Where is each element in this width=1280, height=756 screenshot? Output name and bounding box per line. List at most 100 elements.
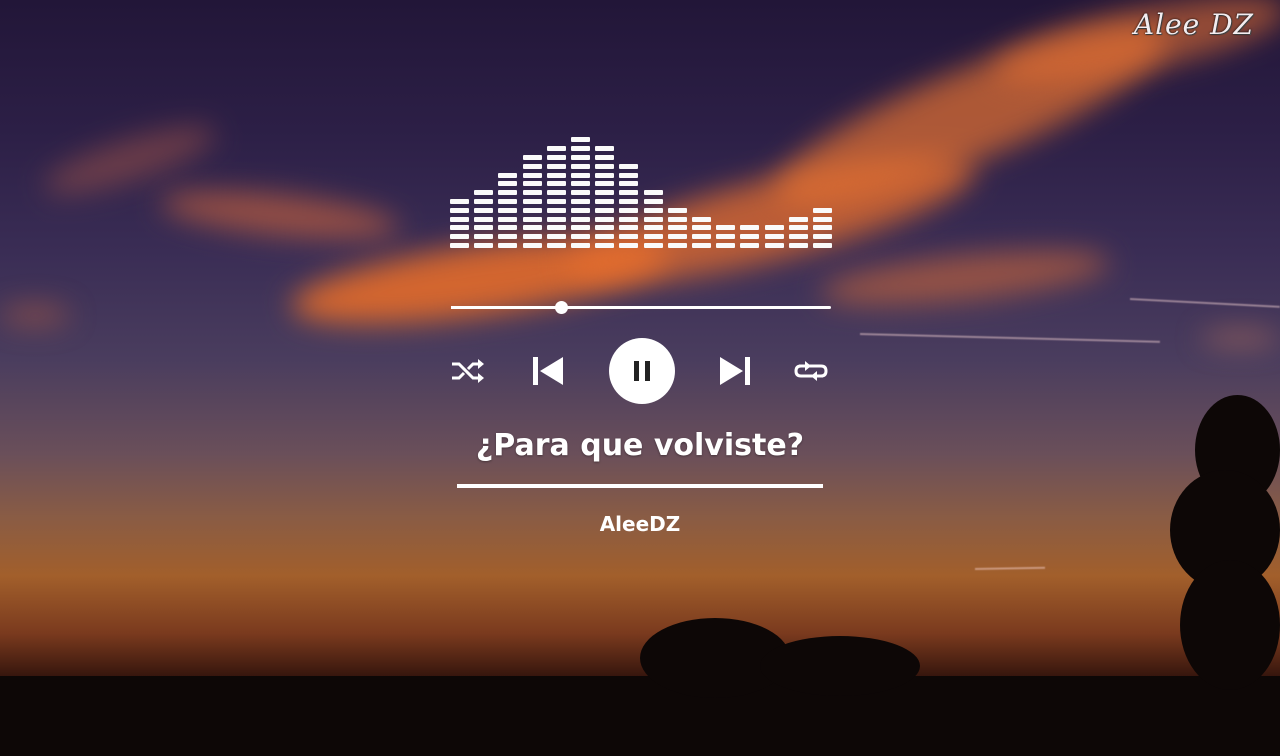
equalizer-segment — [595, 234, 615, 240]
equalizer-segment — [643, 225, 663, 231]
equalizer-segment — [474, 243, 494, 248]
equalizer-segment — [643, 207, 663, 213]
equalizer-segment — [595, 207, 615, 213]
equalizer-segment — [450, 216, 469, 222]
contrail — [1129, 298, 1280, 308]
equalizer-segment — [813, 243, 832, 248]
equalizer-segment — [764, 243, 784, 248]
equalizer-segment — [619, 163, 639, 169]
previous-button[interactable] — [529, 354, 567, 388]
equalizer-segment — [546, 199, 566, 204]
equalizer-segment — [522, 181, 542, 187]
equalizer-bar — [643, 182, 663, 248]
equalizer-segment — [522, 207, 542, 213]
equalizer-segment — [667, 216, 687, 222]
equalizer-segment — [546, 207, 566, 213]
equalizer-segment — [813, 234, 832, 240]
progress-fill — [451, 306, 562, 309]
treeline — [0, 676, 1280, 756]
equalizer-segment — [667, 243, 687, 248]
equalizer-segment — [498, 199, 518, 204]
progress-bar[interactable] — [451, 301, 831, 314]
play-pause-button[interactable] — [609, 338, 675, 404]
cloud — [1200, 330, 1280, 346]
equalizer-segment — [667, 225, 687, 231]
equalizer-segment — [571, 190, 590, 196]
equalizer-segment — [643, 216, 663, 222]
equalizer-segment — [740, 234, 760, 240]
equalizer-segment — [619, 190, 639, 196]
equalizer-segment — [788, 225, 808, 231]
equalizer-bar — [788, 209, 808, 248]
equalizer-segment — [571, 181, 590, 187]
equalizer-segment — [522, 225, 542, 231]
equalizer-segment — [740, 243, 760, 248]
equalizer-segment — [813, 216, 832, 222]
equalizer-segment — [571, 234, 590, 240]
equalizer-segment — [450, 234, 469, 240]
equalizer-segment — [546, 190, 566, 196]
song-title: ¿Para que volviste? — [475, 428, 805, 463]
equalizer-segment — [692, 234, 711, 240]
equalizer-bar — [619, 156, 639, 248]
equalizer-segment — [546, 172, 566, 178]
title-underline — [457, 484, 823, 488]
equalizer-segment — [546, 155, 566, 160]
equalizer-segment — [546, 216, 566, 222]
equalizer-segment — [788, 216, 808, 222]
equalizer-segment — [498, 190, 518, 196]
equalizer-segment — [619, 216, 639, 222]
watermark-logo: Alee DZ — [1133, 8, 1254, 41]
equalizer-segment — [450, 207, 469, 213]
equalizer-segment — [716, 225, 736, 231]
equalizer-segment — [643, 190, 663, 196]
equalizer-bar — [740, 218, 760, 248]
equalizer-bar — [571, 130, 590, 248]
equalizer-segment — [595, 172, 615, 178]
next-button[interactable] — [716, 354, 754, 388]
equalizer-segment — [474, 225, 494, 231]
equalizer-bar — [813, 200, 832, 248]
repeat-button[interactable] — [790, 356, 832, 386]
artist-name: AleeDZ — [599, 512, 681, 536]
equalizer-segment — [571, 243, 590, 248]
equalizer-bar — [716, 218, 736, 248]
equalizer-segment — [595, 243, 615, 248]
skip-previous-icon — [533, 357, 563, 385]
equalizer-bar — [546, 138, 566, 248]
equalizer-segment — [522, 234, 542, 240]
tree-silhouette — [1180, 560, 1280, 690]
equalizer-segment — [450, 243, 469, 248]
equalizer-segment — [522, 155, 542, 160]
equalizer-segment — [498, 243, 518, 248]
shuffle-icon — [452, 359, 484, 383]
equalizer-segment — [692, 225, 711, 231]
equalizer-segment — [546, 181, 566, 187]
cloud — [0, 305, 70, 325]
pause-icon — [634, 361, 650, 381]
equalizer-segment — [474, 199, 494, 204]
equalizer-segment — [667, 207, 687, 213]
equalizer-segment — [571, 155, 590, 160]
equalizer-segment — [692, 243, 711, 248]
equalizer-bar — [474, 182, 494, 248]
equalizer-segment — [595, 155, 615, 160]
equalizer-segment — [571, 137, 590, 143]
equalizer-segment — [546, 225, 566, 231]
equalizer-segment — [498, 172, 518, 178]
equalizer-segment — [595, 216, 615, 222]
equalizer-segment — [788, 243, 808, 248]
equalizer-segment — [571, 163, 590, 169]
contrail — [974, 566, 1046, 570]
equalizer-segment — [546, 146, 566, 152]
equalizer-segment — [498, 181, 518, 187]
equalizer-segment — [522, 216, 542, 222]
equalizer-segment — [595, 181, 615, 187]
equalizer-segment — [740, 225, 760, 231]
equalizer-segment — [595, 163, 615, 169]
equalizer-bar — [450, 191, 469, 248]
shuffle-button[interactable] — [449, 356, 487, 386]
equalizer-segment — [474, 216, 494, 222]
equalizer-segment — [498, 207, 518, 213]
equalizer-bar — [667, 200, 687, 248]
